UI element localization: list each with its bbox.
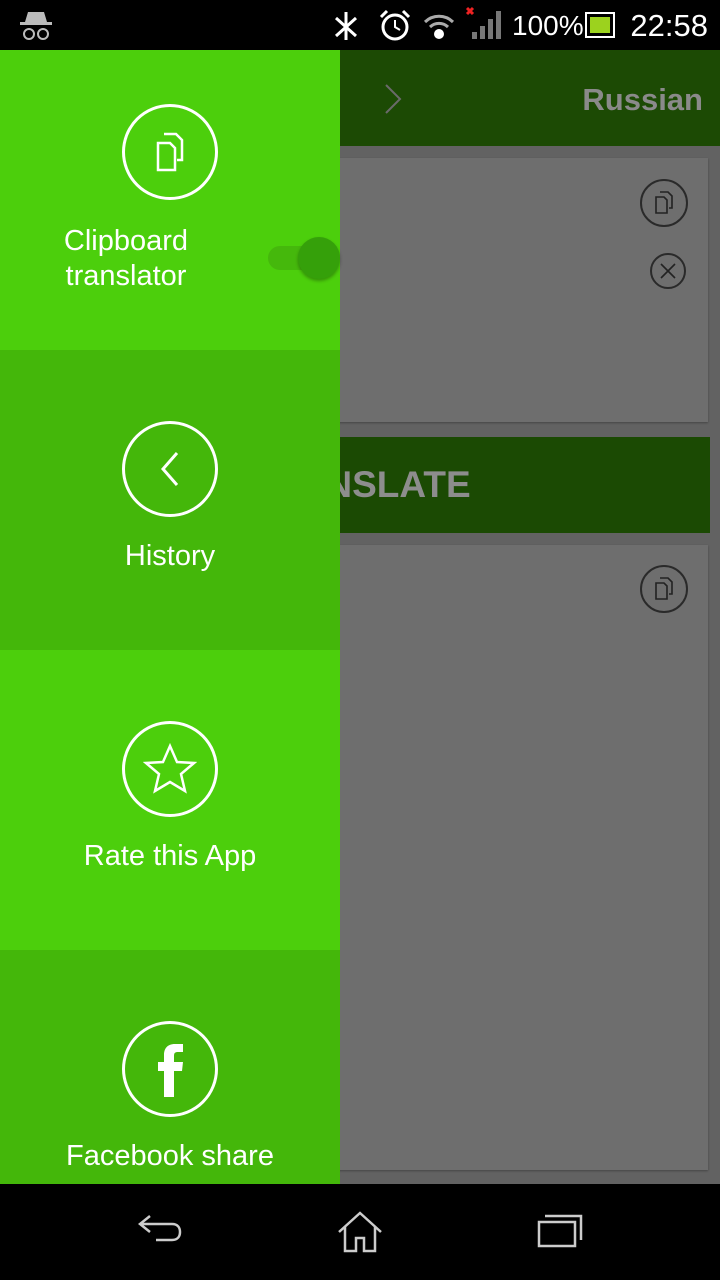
toggle-thumb[interactable] (298, 237, 340, 279)
navigation-drawer: Clipboard translator History Rate this A… (0, 50, 340, 1184)
drawer-item-history[interactable]: History (0, 350, 340, 650)
recent-apps-icon (537, 1214, 583, 1248)
target-language[interactable]: Russian (582, 82, 703, 118)
copy-icon (655, 191, 673, 214)
back-button[interactable] (136, 1210, 186, 1255)
signal-no-data-icon (465, 6, 501, 39)
facebook-icon (122, 1021, 218, 1117)
wifi-icon (423, 14, 455, 39)
drawer-item-label: Rate this App (83, 840, 257, 872)
system-nav-bar (0, 1184, 720, 1280)
recent-apps-button[interactable] (536, 1210, 586, 1255)
back-icon (137, 1215, 182, 1242)
copy-button[interactable] (640, 179, 688, 227)
drawer-item-rate-app[interactable]: Rate this App (0, 650, 340, 950)
drawer-item-clipboard-translator[interactable]: Clipboard translator (0, 50, 340, 350)
copy-icon (655, 577, 673, 600)
drawer-item-facebook-share[interactable]: Facebook share (0, 950, 340, 1184)
drawer-item-label: History (124, 540, 216, 572)
close-icon (660, 263, 676, 279)
incognito-icon (20, 12, 52, 40)
alarm-icon (379, 9, 411, 41)
copy-output-button[interactable] (640, 565, 688, 613)
clipboard-icon (122, 104, 218, 200)
chevron-right-icon[interactable] (380, 82, 406, 116)
battery-icon (585, 12, 615, 38)
translator-screen: Russian TRANSLATE Clipboard translator H… (0, 50, 720, 1184)
home-button[interactable] (335, 1210, 385, 1259)
chevron-left-icon (122, 421, 218, 517)
star-icon (122, 721, 218, 817)
clear-button[interactable] (650, 253, 686, 289)
status-bar: 100% 22:58 (0, 0, 720, 50)
bluetooth-off-icon (334, 12, 358, 40)
clock: 22:58 (630, 8, 708, 43)
battery-percent: 100% (512, 10, 584, 41)
drawer-item-label: Facebook share (66, 1140, 274, 1172)
home-icon (338, 1211, 382, 1253)
drawer-item-label: Clipboard translator (63, 225, 189, 292)
